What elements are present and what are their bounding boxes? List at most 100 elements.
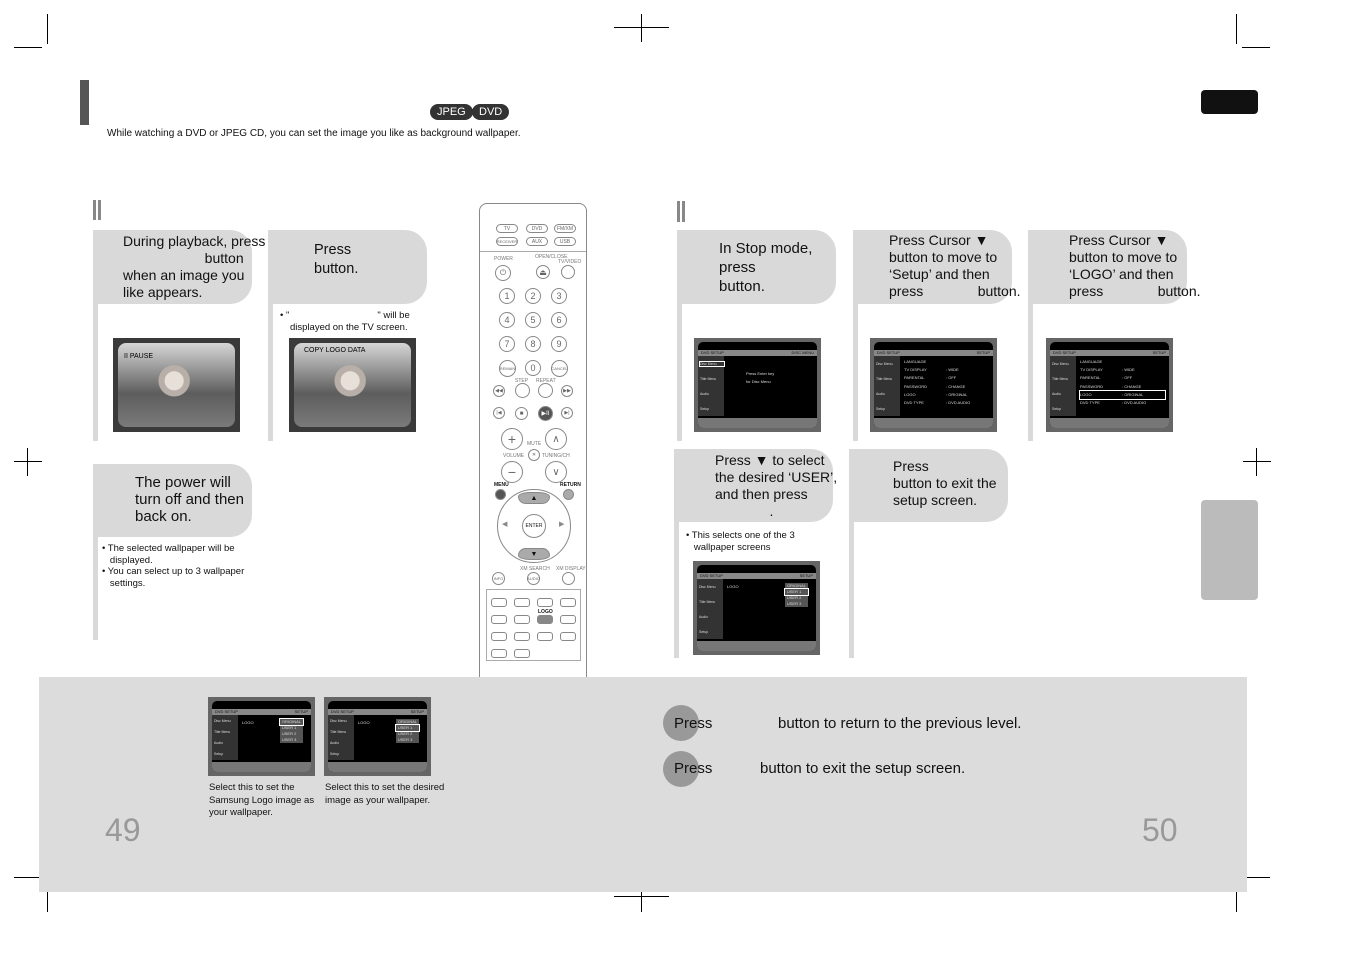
step-2: Press button.: [268, 230, 427, 304]
function-button[interactable]: [514, 649, 530, 658]
function-button[interactable]: [560, 615, 576, 624]
menu-item: Setup: [330, 752, 340, 757]
step-text: Press Cursor ▼ button to move to ‘LOGO’ …: [1069, 232, 1201, 299]
copy-logo-label: COPY LOGO DATA: [304, 347, 366, 354]
caption: Select this to set the desired image as …: [325, 782, 445, 806]
number-button[interactable]: REMAIN: [499, 360, 516, 377]
channel-down-button[interactable]: ∨: [545, 461, 567, 483]
number-button[interactable]: 1: [499, 288, 515, 304]
stop-button[interactable]: ■: [515, 407, 528, 420]
note: • " " will be displayed on the TV screen.: [280, 310, 410, 333]
skip-back-button[interactable]: |◀: [493, 407, 505, 419]
step-text: Press ▼ to select the desired ‘USER’, an…: [715, 452, 838, 519]
number-button[interactable]: 0: [525, 360, 541, 376]
power-button[interactable]: ⏻: [495, 265, 511, 281]
play-pause-button[interactable]: ▶II: [538, 406, 553, 421]
number-button[interactable]: 7: [499, 336, 515, 352]
function-button[interactable]: [514, 598, 530, 607]
divider: [480, 251, 586, 252]
logo-original-screen: DVD SETUP SETUP Disc Menu Title Menu Audio Se…: [208, 697, 315, 776]
setup-value: : ORIGINAL: [1122, 391, 1144, 397]
note-text: " will be: [377, 310, 410, 321]
menu-item: Setup: [699, 629, 709, 634]
step-2: Press Cursor ▼ button to move to ‘Setup’…: [853, 230, 1021, 304]
function-button[interactable]: [560, 598, 576, 607]
number-button[interactable]: 5: [525, 312, 541, 328]
crop-mark: [47, 14, 48, 44]
setup-label: LANGUAGE: [904, 359, 927, 364]
section-marker: [677, 201, 680, 222]
mute-button[interactable]: ✕: [528, 449, 540, 461]
cursor-right-button[interactable]: ▶: [559, 520, 564, 528]
function-button[interactable]: [537, 598, 553, 607]
menu-item: Audio: [1052, 391, 1061, 396]
cursor-down-button[interactable]: ▼: [518, 548, 550, 560]
tv-button[interactable]: TV: [496, 224, 518, 233]
info-button[interactable]: INFO: [492, 572, 505, 585]
open-close-button[interactable]: ⏏: [536, 265, 550, 279]
cursor-up-button[interactable]: ▲: [518, 492, 550, 504]
registration-mark: [641, 14, 642, 42]
menu-item: Setup: [214, 752, 224, 757]
menu-item: Audio: [330, 741, 339, 746]
repeat-button[interactable]: [538, 383, 553, 398]
note-text: displayed on the TV screen.: [290, 321, 408, 333]
number-button[interactable]: 4: [499, 312, 515, 328]
function-button[interactable]: [491, 615, 507, 624]
number-button[interactable]: 2: [525, 288, 541, 304]
usb-button[interactable]: USB: [554, 237, 576, 246]
logo-button[interactable]: [537, 615, 553, 624]
dvd-button[interactable]: DVD: [526, 224, 548, 233]
enter-button[interactable]: ENTER: [522, 514, 546, 538]
function-button[interactable]: [514, 632, 530, 641]
setup-row: TV DISPLAY: WIDE: [904, 366, 989, 374]
setup-row: DVD TYPE: DVD AUDIO: [904, 399, 989, 407]
number-button[interactable]: 3: [551, 288, 567, 304]
setup-row: PARENTAL: OFF: [904, 374, 989, 382]
return-button[interactable]: [563, 489, 574, 500]
screen-title: SETUP: [410, 709, 424, 714]
channel-up-button[interactable]: ∧: [545, 428, 567, 450]
number-button[interactable]: 8: [525, 336, 541, 352]
function-button[interactable]: [491, 598, 507, 607]
function-button[interactable]: [560, 632, 576, 641]
fm-xm-button[interactable]: FM/XM: [554, 224, 576, 233]
setup-row: TV DISPLAY: WIDE: [1080, 366, 1165, 374]
note-text: settings.: [102, 577, 146, 589]
crop-mark: [14, 877, 42, 878]
receiver-button[interactable]: RECEIVER: [496, 237, 518, 246]
setup-label: LOGO: [1080, 391, 1092, 397]
function-button[interactable]: [491, 632, 507, 641]
step-button[interactable]: [515, 383, 530, 398]
crop-mark: [1236, 14, 1237, 44]
skip-forward-button[interactable]: ▶|: [561, 407, 573, 419]
number-button[interactable]: 9: [551, 336, 567, 352]
menu-item: Audio: [214, 741, 223, 746]
aux-button[interactable]: AUX: [526, 237, 548, 246]
menu-item: Audio: [699, 614, 708, 619]
logo-item: LOGO: [242, 720, 254, 725]
volume-down-button[interactable]: −: [501, 461, 523, 483]
function-button[interactable]: [537, 632, 553, 641]
cursor-left-button[interactable]: ◀: [502, 520, 507, 528]
mute-label: MUTE: [527, 441, 542, 447]
audio-button[interactable]: AUDIO: [527, 572, 540, 585]
fast-forward-button[interactable]: ▶▶: [561, 385, 573, 397]
step-3: Press Cursor ▼ button to move to ‘LOGO’ …: [1028, 230, 1201, 304]
setup-row: LANGUAGE: [904, 358, 989, 366]
note-text: displayed.: [102, 554, 153, 566]
subtitle: While watching a DVD or JPEG CD, you can…: [107, 128, 521, 139]
function-button[interactable]: [514, 615, 530, 624]
rewind-button[interactable]: ◀◀: [493, 385, 505, 397]
logo-item: LOGO: [358, 720, 370, 725]
number-button[interactable]: CANCEL: [551, 360, 568, 377]
menu-button[interactable]: [495, 489, 506, 500]
setup-label: PARENTAL: [904, 375, 925, 381]
xm-display-button[interactable]: [562, 572, 575, 585]
tv-screen-photo: COPY LOGO DATA: [289, 338, 416, 432]
volume-up-button[interactable]: +: [501, 428, 523, 450]
tv-video-button[interactable]: [561, 265, 575, 279]
number-button[interactable]: 6: [551, 312, 567, 328]
menu-item: Title Menu: [330, 729, 347, 734]
function-button[interactable]: [491, 649, 507, 658]
